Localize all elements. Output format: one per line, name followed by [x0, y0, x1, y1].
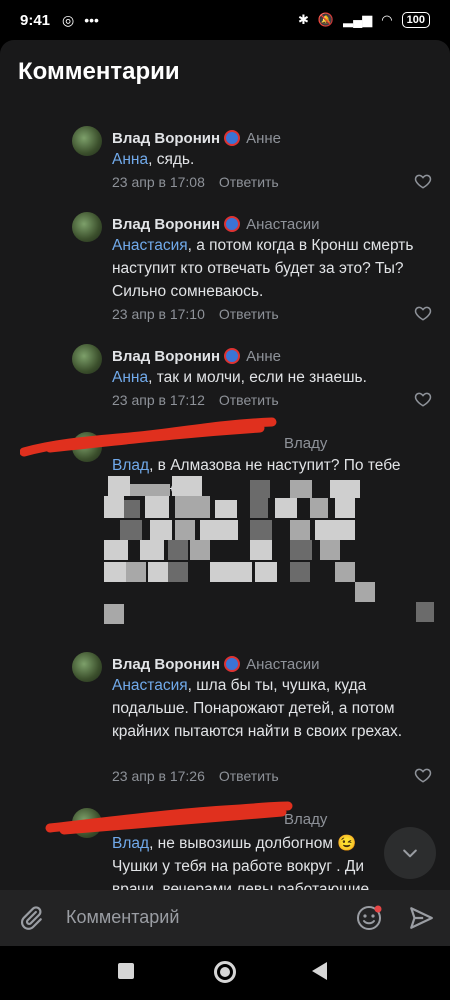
comment-author[interactable]: Влад Воронин — [112, 216, 220, 233]
comment-header: Владу — [284, 435, 327, 452]
system-nav-bar — [0, 946, 450, 1000]
comment-reply-to[interactable]: Владу — [284, 435, 327, 452]
avatar-badge-icon — [224, 656, 241, 672]
comment-input[interactable]: Комментарий — [66, 907, 179, 928]
send-icon[interactable] — [408, 905, 434, 931]
signal-icon: ▂▄▆ — [343, 12, 373, 27]
comment-meta: 23 апр в 17:10 Ответить — [112, 306, 279, 322]
comment-text: Анна, так и молчи, если не знаешь. — [112, 369, 367, 386]
paperclip-icon[interactable] — [18, 905, 44, 931]
comment-header: Влад Воронин Анне — [112, 348, 281, 365]
reply-button[interactable]: Ответить — [219, 174, 279, 190]
avatar[interactable] — [72, 652, 102, 682]
comment-reply-to[interactable]: Анне — [246, 348, 281, 365]
comment-mention[interactable]: Анна — [112, 151, 148, 168]
more-dots-icon: ••• — [84, 12, 99, 28]
comment-text: Анастасия, шла бы ты, чушка, куда подаль… — [112, 677, 403, 740]
heart-icon[interactable] — [414, 766, 432, 784]
comment-mention[interactable]: Анна — [112, 369, 148, 386]
mute-icon: 🔕 — [317, 12, 335, 27]
comment-date: 23 апр в 17:26 — [112, 768, 205, 784]
avatar-badge-icon — [224, 348, 241, 364]
avatar-badge-icon — [224, 130, 241, 146]
page-title: Комментарии — [18, 58, 180, 85]
status-notification-icons: ◎ ••• — [62, 12, 99, 29]
comment-reply-to[interactable]: Анастасии — [246, 656, 319, 673]
comment-meta: 23 апр в 17:08 Ответить — [112, 174, 279, 190]
avatar[interactable] — [72, 344, 102, 374]
comment-header: Влад Воронин Анне — [112, 130, 281, 147]
back-button[interactable] — [312, 962, 327, 980]
comment-mention[interactable]: Анастасия — [112, 237, 188, 254]
comment-meta: 23 апр в 17:12 Ответить — [112, 392, 279, 408]
status-time: 9:41 — [20, 12, 51, 29]
avatar[interactable] — [72, 212, 102, 242]
heart-icon[interactable] — [414, 390, 432, 408]
status-bar: 9:41 ◎ ••• ✱ 🔕 ▂▄▆ ◠ 100 — [0, 0, 450, 40]
scroll-down-button[interactable] — [384, 827, 436, 879]
comment-date: 23 апр в 17:10 — [112, 306, 205, 322]
comment-reply-to[interactable]: Анне — [246, 130, 281, 147]
chevron-down-icon — [403, 849, 417, 858]
heart-icon[interactable] — [414, 304, 432, 322]
comment-author[interactable]: Влад Воронин — [112, 130, 220, 147]
recent-apps-button[interactable] — [118, 963, 134, 979]
comments-sheet: Комментарии Влад Воронин Анне Анна, сядь.… — [0, 40, 450, 890]
comment-meta: 23 апр в 17:26 Ответить — [112, 768, 279, 784]
comment-date: 23 апр в 17:08 — [112, 174, 205, 190]
red-scribble-redaction — [20, 417, 277, 457]
battery-icon: 100 — [401, 12, 430, 28]
reply-button[interactable]: Ответить — [219, 768, 279, 784]
comment-text: Анастасия, а потом когда в Кронш смерть … — [112, 237, 414, 300]
status-right-icons: ✱ 🔕 ▂▄▆ ◠ 100 — [298, 12, 430, 28]
comment-text: Влад, не вывозишь долбогном 😉 Чушки у те… — [112, 835, 370, 890]
avatar[interactable] — [72, 126, 102, 156]
comment-input-bar: Комментарий — [0, 890, 450, 946]
bluetooth-icon: ✱ — [297, 12, 309, 27]
heart-icon[interactable] — [414, 172, 432, 190]
sticker-smile-icon[interactable] — [355, 904, 383, 932]
comment-text: Анна, сядь. — [112, 151, 195, 168]
whatsapp-icon: ◎ — [62, 12, 75, 28]
comment-header: Влад Воронин Анастасии — [112, 216, 320, 233]
comment-reply-to[interactable]: Анастасии — [246, 216, 319, 233]
comment-author[interactable]: Влад Воронин — [112, 656, 220, 673]
reply-button[interactable]: Ответить — [219, 392, 279, 408]
home-button[interactable] — [214, 961, 236, 983]
comment-date: 23 апр в 17:12 — [112, 392, 205, 408]
comment-mention[interactable]: Анастасия — [112, 677, 188, 694]
comment-author[interactable]: Влад Воронин — [112, 348, 220, 365]
avatar-badge-icon — [224, 216, 241, 232]
reply-button[interactable]: Ответить — [219, 306, 279, 322]
wifi-icon: ◠ — [381, 12, 393, 27]
red-scribble-redaction — [45, 801, 293, 835]
comment-header: Влад Воронин Анастасии — [112, 656, 320, 673]
